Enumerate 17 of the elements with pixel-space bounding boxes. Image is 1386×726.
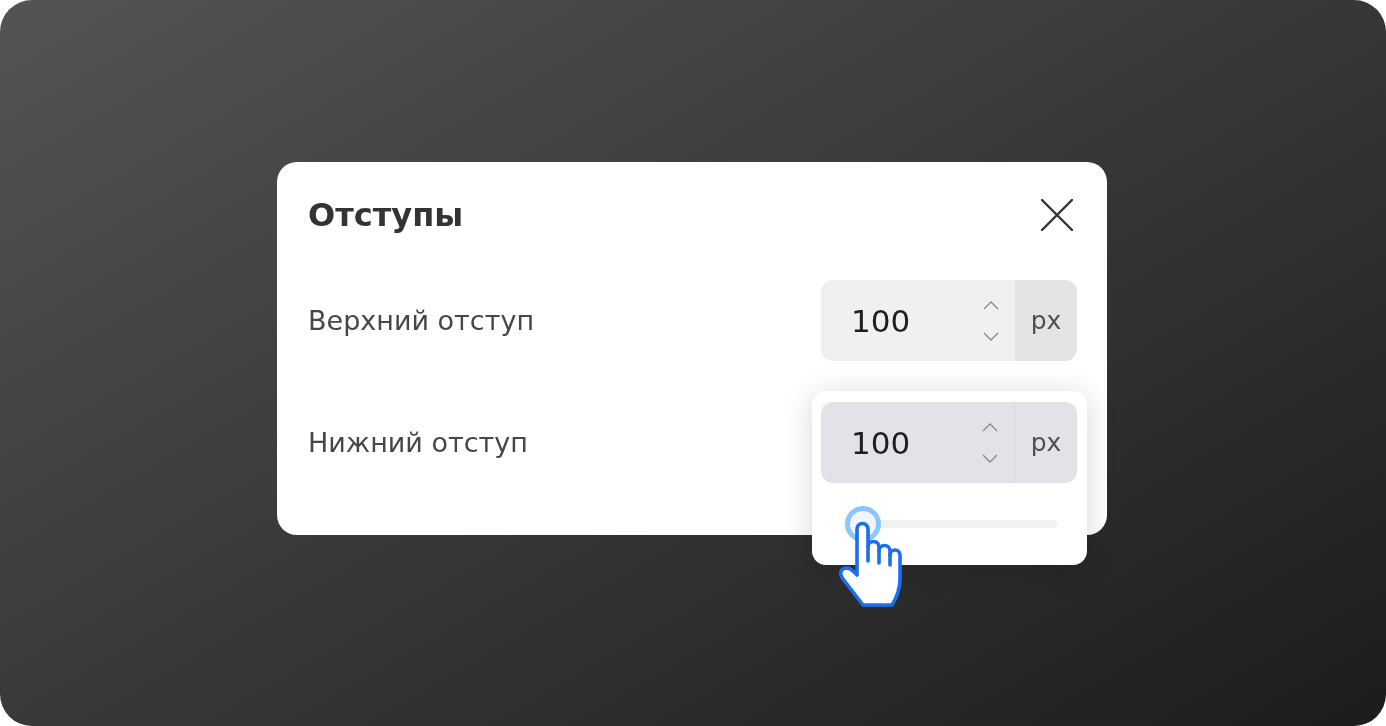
dialog-title: Отступы <box>308 196 464 234</box>
step-down-button[interactable] <box>983 331 999 341</box>
unit-label: px <box>1015 280 1077 361</box>
field-label: Верхний отступ <box>308 305 535 336</box>
chevron-up-icon <box>982 422 998 432</box>
chevron-down-icon <box>982 453 998 463</box>
field-label: Нижний отступ <box>308 427 528 458</box>
step-up-button[interactable] <box>982 422 998 432</box>
step-down-button[interactable] <box>982 453 998 463</box>
chevron-up-icon <box>983 300 999 310</box>
number-field[interactable]: 100 <box>821 402 1015 483</box>
close-icon <box>1041 199 1073 231</box>
chevron-down-icon <box>983 331 999 341</box>
step-up-button[interactable] <box>983 300 999 310</box>
unit-label: px <box>1015 402 1077 483</box>
close-button[interactable] <box>1041 199 1073 231</box>
number-field[interactable]: 100 <box>821 280 1015 361</box>
